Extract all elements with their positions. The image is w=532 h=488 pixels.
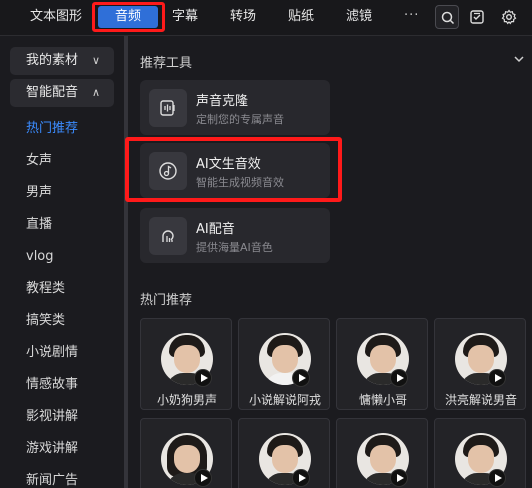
sidebar-item-news[interactable]: 新闻广告 <box>26 471 78 488</box>
more-tabs-button[interactable]: ··· <box>404 0 419 32</box>
voice-card[interactable] <box>434 418 526 488</box>
play-icon[interactable] <box>488 469 506 487</box>
sidebar-item-vlog[interactable]: vlog <box>26 247 54 267</box>
voice-card[interactable]: 洪亮解说男音 <box>434 318 526 410</box>
tool-subtitle: 定制您的专属声音 <box>196 113 284 126</box>
voice-name: 慵懒小哥 <box>358 393 407 407</box>
voice-clone-icon <box>149 89 187 127</box>
tool-title: 声音克隆 <box>196 94 249 109</box>
sidebar-item-female[interactable]: 女声 <box>26 151 52 171</box>
search-icon <box>441 11 455 25</box>
sidebar-item-film[interactable]: 影视讲解 <box>26 407 78 427</box>
sidebar-item-funny[interactable]: 搞笑类 <box>26 311 65 331</box>
play-icon[interactable] <box>194 369 212 387</box>
tool-card-ai-dubbing[interactable]: AI配音 提供海量AI音色 <box>140 208 330 263</box>
tab-subtitles[interactable]: 字幕 <box>172 0 198 34</box>
voice-name: 小奶狗男声 <box>156 393 217 407</box>
tool-card-voice-clone[interactable]: 声音克隆 定制您的专属声音 <box>140 80 330 135</box>
voice-card[interactable]: 慵懒小哥 <box>336 318 428 410</box>
voice-card[interactable] <box>140 418 232 488</box>
section-title-hot: 热门推荐 <box>140 293 193 308</box>
top-nav-bar: 文本图形 音频 字幕 转场 贴纸 滤镜 ··· <box>0 0 532 36</box>
sidebar-item-hot[interactable]: 热门推荐 <box>26 119 78 139</box>
voice-card[interactable] <box>238 418 330 488</box>
play-icon[interactable] <box>194 469 212 487</box>
ai-voice-icon <box>149 217 187 255</box>
chevron-down-icon: ∨ <box>91 54 100 67</box>
sidebar-item-tutorial[interactable]: 教程类 <box>26 279 65 299</box>
annotation-highlight-box <box>125 137 342 202</box>
tab-stickers[interactable]: 贴纸 <box>288 0 314 34</box>
sidebar-item-male[interactable]: 男声 <box>26 183 52 203</box>
sidebar-item-emotion[interactable]: 情感故事 <box>26 375 78 395</box>
sidebar-group-label: 智能配音 <box>26 85 79 100</box>
chevron-up-icon: ∧ <box>91 86 100 99</box>
sidebar-group-smart-dubbing[interactable]: 智能配音 ∧ <box>10 79 114 107</box>
voice-name: 洪亮解说男音 <box>444 393 517 407</box>
voice-card[interactable]: 小奶狗男声 <box>140 318 232 410</box>
tool-title: AI配音 <box>196 222 235 237</box>
sidebar-item-live[interactable]: 直播 <box>26 215 52 235</box>
voice-card[interactable]: 小说解说阿戎 <box>238 318 330 410</box>
play-icon[interactable] <box>488 369 506 387</box>
play-icon[interactable] <box>292 369 310 387</box>
play-icon[interactable] <box>390 469 408 487</box>
settings-button[interactable] <box>497 5 521 29</box>
section-title-tools: 推荐工具 <box>140 56 193 71</box>
tab-audio[interactable]: 音频 <box>98 6 158 28</box>
gear-icon <box>501 9 517 25</box>
sidebar-item-game[interactable]: 游戏讲解 <box>26 439 78 459</box>
play-icon[interactable] <box>292 469 310 487</box>
tab-filters[interactable]: 滤镜 <box>346 0 372 34</box>
sidebar-item-novel[interactable]: 小说剧情 <box>26 343 78 363</box>
play-icon[interactable] <box>390 369 408 387</box>
voice-card[interactable] <box>336 418 428 488</box>
tool-subtitle: 提供海量AI音色 <box>196 241 273 254</box>
chevron-down-icon[interactable] <box>512 52 526 66</box>
sidebar-group-label: 我的素材 <box>26 53 79 68</box>
tab-transitions[interactable]: 转场 <box>230 0 256 34</box>
sidebar-group-my-materials[interactable]: 我的素材 ∨ <box>10 47 114 75</box>
checklist-icon <box>470 10 484 24</box>
voice-name: 小说解说阿戎 <box>248 393 321 407</box>
checklist-button[interactable] <box>465 5 489 29</box>
tab-text-graphics[interactable]: 文本图形 <box>30 0 82 34</box>
search-button[interactable] <box>435 5 459 29</box>
